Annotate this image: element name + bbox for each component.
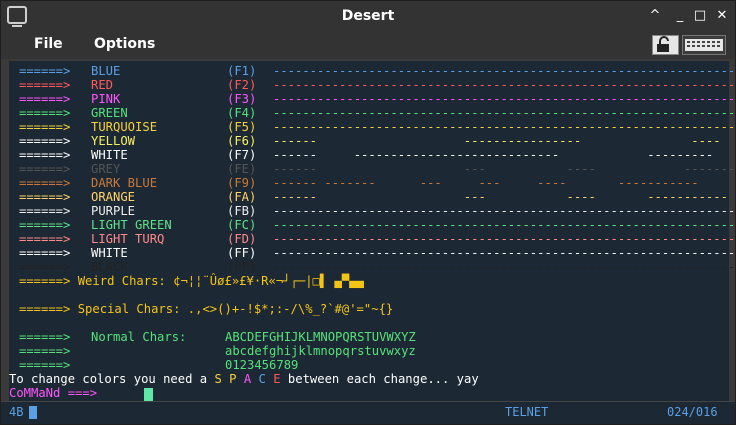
command-input[interactable] xyxy=(144,388,153,401)
menu-options[interactable]: Options xyxy=(94,36,155,52)
status-bar: 4B TELNET 024/016 xyxy=(1,401,735,424)
window-title: Desert xyxy=(341,8,395,24)
status-left: 4B xyxy=(9,405,24,419)
chevron-up-icon[interactable]: ^ xyxy=(646,7,664,25)
command-prompt: CoMMaNd ===> xyxy=(9,386,98,400)
emulator-window: Desert ^ _ □ ✕ File Options ======> BLUE(… xyxy=(0,0,736,425)
change-colors-text: To change colors you need a S P A C E be… xyxy=(9,372,479,386)
maximize-button[interactable]: □ xyxy=(691,7,709,25)
keyboard-icon[interactable] xyxy=(682,35,726,55)
menu-file[interactable]: File xyxy=(34,36,63,52)
minimize-button[interactable]: _ xyxy=(671,7,689,25)
lock-icon[interactable] xyxy=(652,35,679,55)
special-chars-line: ======> Special Chars: .,<>()+-!$*;:-/\%… xyxy=(19,302,394,316)
status-mode: TELNET xyxy=(505,405,549,419)
status-indicator xyxy=(29,406,37,419)
close-button[interactable]: ✕ xyxy=(713,7,731,25)
menu-bar: File Options xyxy=(1,31,735,59)
cursor-position: 024/016 xyxy=(667,405,718,419)
terminal-screen[interactable]: ======> BLUE (F1) -------------------------… xyxy=(9,61,736,401)
weird-chars-line: ======> Weird Chars: ¢¬¦¦¨Ûø£»£¥·R«¬┘┌─|… xyxy=(19,274,364,288)
title-bar: Desert ^ _ □ ✕ xyxy=(1,1,735,31)
